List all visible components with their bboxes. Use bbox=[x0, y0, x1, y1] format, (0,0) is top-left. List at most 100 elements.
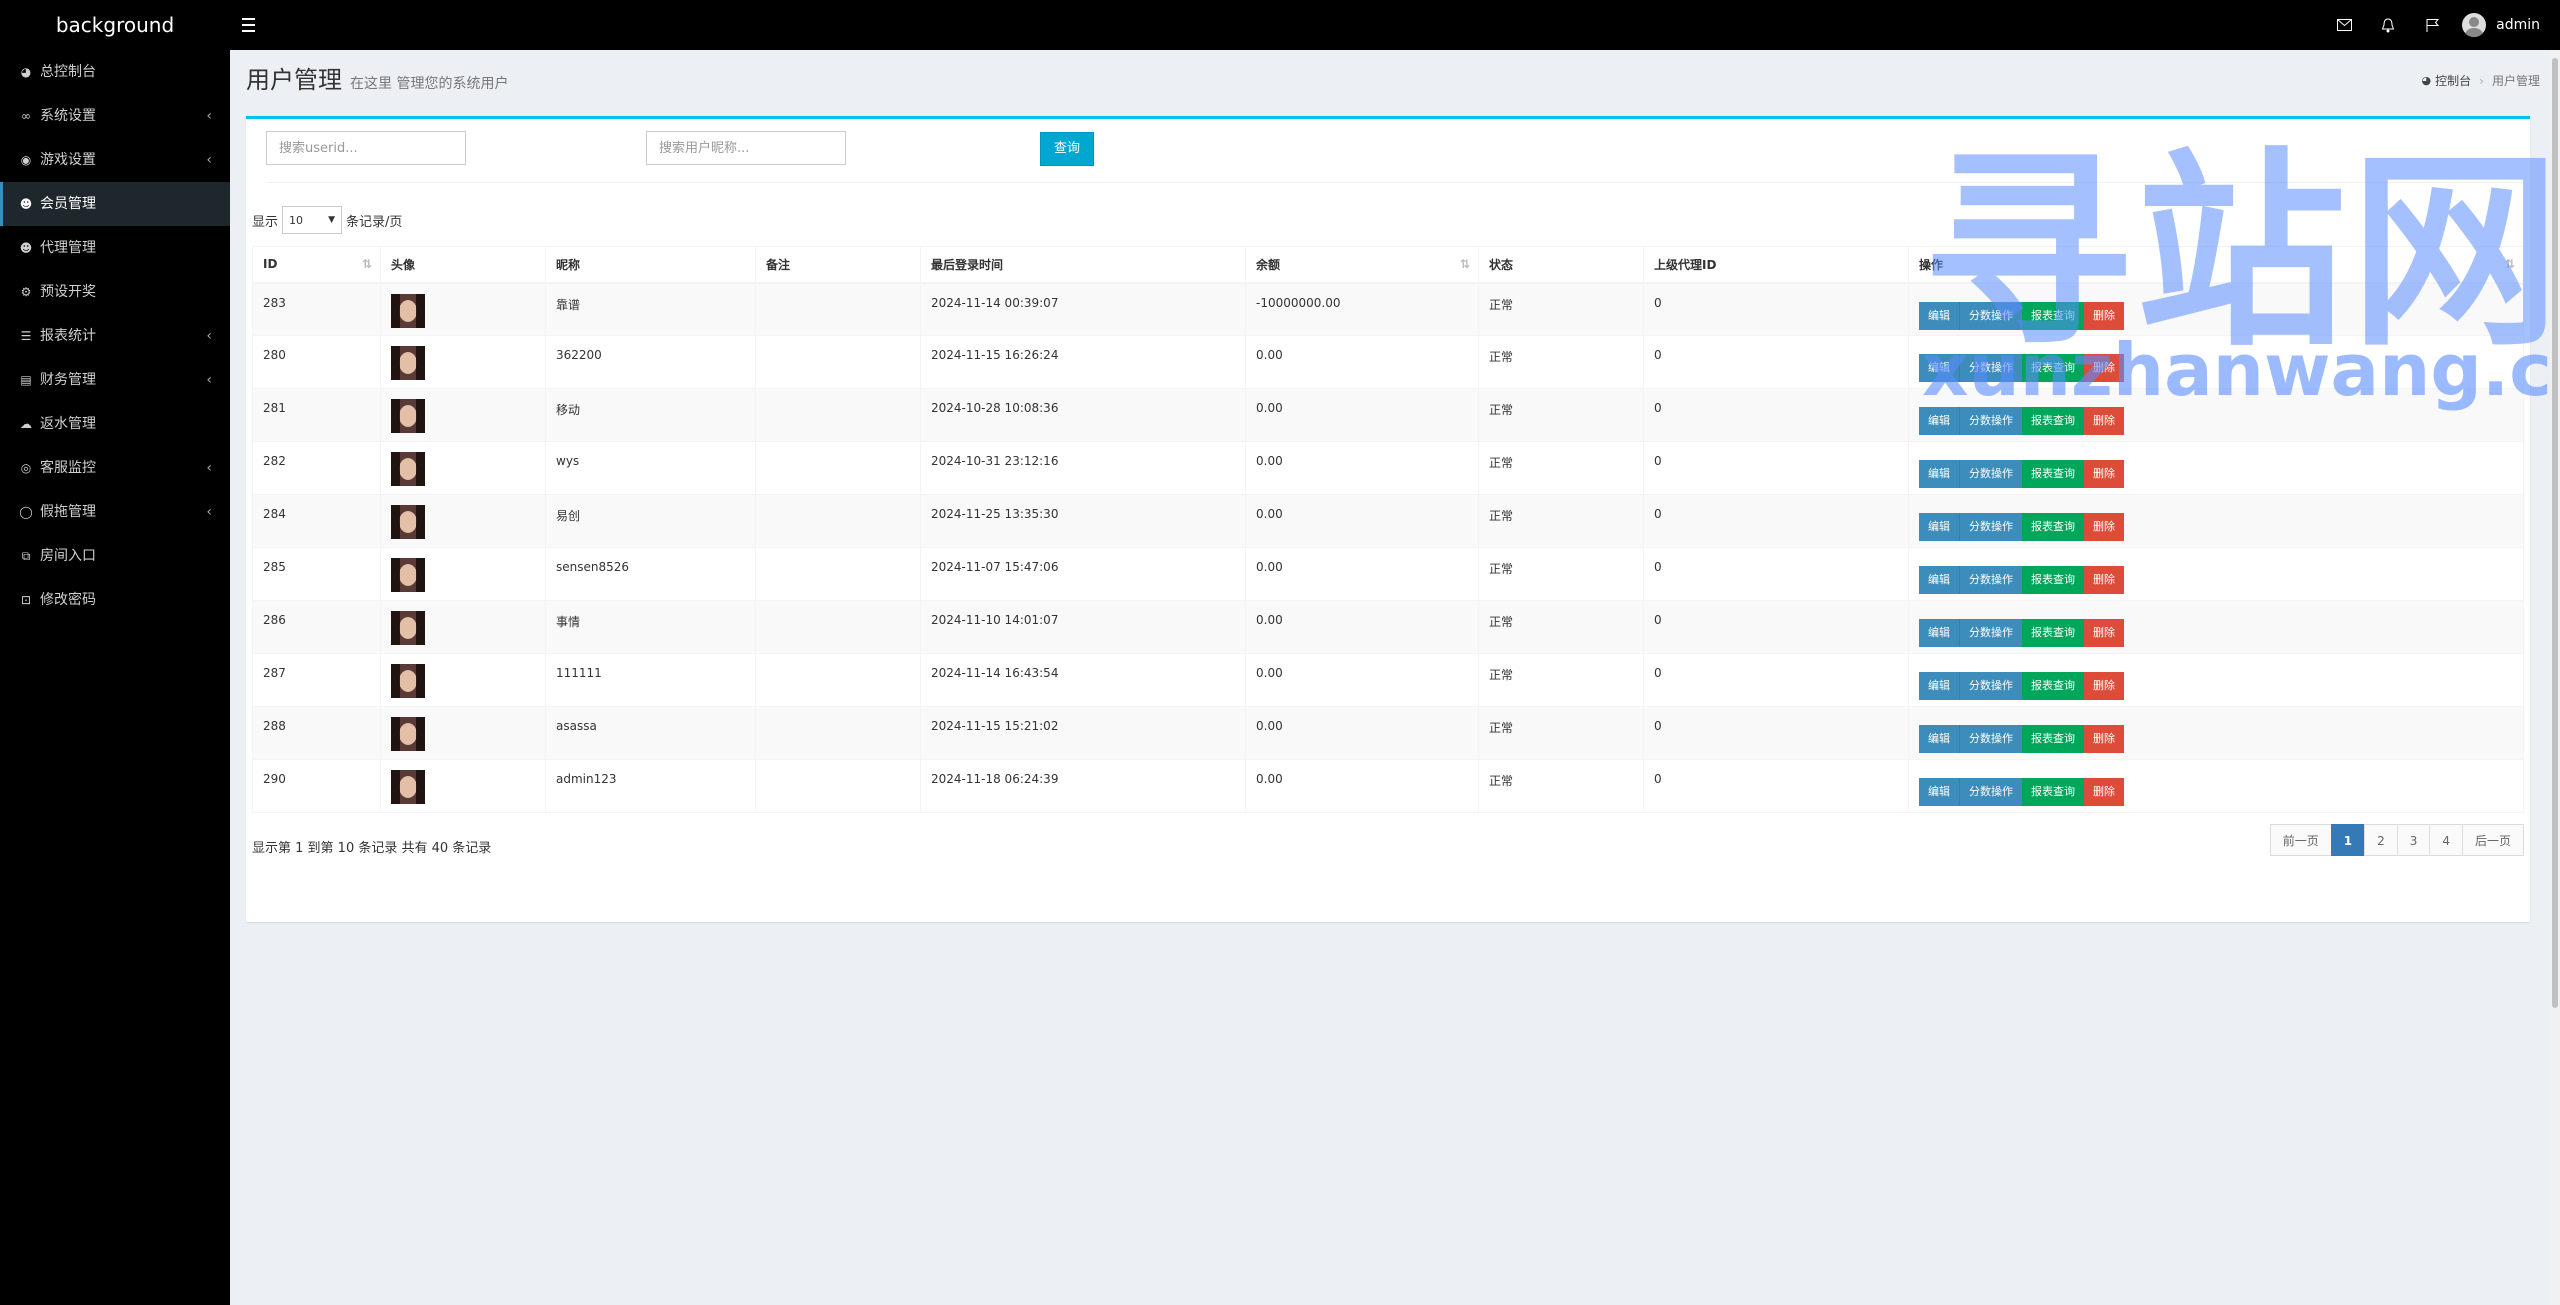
sidebar-item[interactable]: ⧉ 房间入口 bbox=[0, 534, 230, 578]
column-header-id[interactable]: ID ⇅ bbox=[252, 246, 381, 284]
edit-button[interactable]: 编辑 bbox=[1919, 513, 1959, 541]
edit-button[interactable]: 编辑 bbox=[1919, 566, 1959, 594]
brand-logo[interactable]: background bbox=[0, 0, 230, 50]
cell-actions: 编辑 分数操作 报表查询 删除 bbox=[1908, 335, 2524, 389]
edit-button[interactable]: 编辑 bbox=[1919, 460, 1959, 488]
score-operation-button[interactable]: 分数操作 bbox=[1959, 460, 2022, 488]
sidebar-item[interactable]: ⚙ 预设开奖 bbox=[0, 270, 230, 314]
cell-nickname: wys bbox=[545, 441, 756, 495]
pagination-prev-button[interactable]: 前一页 bbox=[2269, 824, 2332, 856]
edit-button[interactable]: 编辑 bbox=[1919, 407, 1959, 435]
sidebar-item[interactable]: ◯ 假拖管理 ‹ bbox=[0, 490, 230, 534]
score-operation-button[interactable]: 分数操作 bbox=[1959, 301, 2022, 330]
edit-button[interactable]: 编辑 bbox=[1919, 354, 1959, 382]
flag-icon[interactable] bbox=[2410, 0, 2454, 50]
table-row: 280 362200 2024-11-15 16:26:24 0.00 正常 0 编辑 分数操… bbox=[252, 335, 2524, 389]
delete-button[interactable]: 删除 bbox=[2084, 725, 2124, 753]
edit-button[interactable]: 编辑 bbox=[1919, 778, 1959, 806]
cell-status: 正常 bbox=[1478, 547, 1644, 601]
sidebar-item[interactable]: ☁ 返水管理 bbox=[0, 402, 230, 446]
cell-parent-id: 0 bbox=[1643, 706, 1909, 760]
sidebar-item[interactable]: ⊡ 修改密码 bbox=[0, 578, 230, 622]
cell-avatar bbox=[380, 282, 546, 336]
pagination-next-button[interactable]: 后一页 bbox=[2461, 824, 2524, 856]
report-query-button[interactable]: 报表查询 bbox=[2022, 725, 2084, 753]
delete-button[interactable]: 删除 bbox=[2084, 778, 2124, 806]
sidebar-item[interactable]: ◕ 总控制台 bbox=[0, 50, 230, 94]
page-scrollbar[interactable] bbox=[2550, 50, 2560, 1305]
report-query-button[interactable]: 报表查询 bbox=[2022, 513, 2084, 541]
score-operation-button[interactable]: 分数操作 bbox=[1959, 672, 2022, 700]
nickname-search-input[interactable] bbox=[646, 131, 846, 165]
pagination-page-button[interactable]: 2 bbox=[2364, 824, 2398, 856]
cell-last-login: 2024-11-15 16:26:24 bbox=[920, 335, 1246, 389]
query-button[interactable]: 查询 bbox=[1040, 132, 1094, 166]
sidebar-item[interactable]: ◉ 游戏设置 ‹ bbox=[0, 138, 230, 182]
userid-search-input[interactable] bbox=[266, 131, 466, 165]
delete-button[interactable]: 删除 bbox=[2084, 354, 2124, 382]
edit-button[interactable]: 编辑 bbox=[1919, 619, 1959, 647]
score-operation-button[interactable]: 分数操作 bbox=[1959, 725, 2022, 753]
sidebar-item-label: 游戏设置 bbox=[40, 152, 96, 168]
report-query-button[interactable]: 报表查询 bbox=[2022, 354, 2084, 382]
pagination: 前一页 1 2 3 4 后一页 bbox=[2269, 824, 2524, 856]
edit-button[interactable]: 编辑 bbox=[1919, 301, 1959, 330]
report-query-button[interactable]: 报表查询 bbox=[2022, 407, 2084, 435]
cell-actions: 编辑 分数操作 报表查询 删除 bbox=[1908, 600, 2524, 654]
delete-button[interactable]: 删除 bbox=[2084, 672, 2124, 700]
user-menu[interactable]: admin bbox=[2462, 13, 2540, 37]
page-length-control: 显示 10 ▼ 条记录/页 bbox=[252, 206, 402, 234]
score-operation-button[interactable]: 分数操作 bbox=[1959, 566, 2022, 594]
column-header-actions[interactable]: 操作 ⇅ bbox=[1908, 246, 2524, 284]
column-header-balance[interactable]: 余额 ⇅ bbox=[1245, 246, 1479, 284]
cell-status: 正常 bbox=[1478, 388, 1644, 442]
row-actions: 编辑 分数操作 报表查询 删除 bbox=[1919, 407, 2513, 435]
report-query-button[interactable]: 报表查询 bbox=[2022, 460, 2084, 488]
users-icon: ☻ bbox=[19, 241, 33, 255]
sidebar: ◕ 总控制台 ∞ 系统设置 ‹ ◉ 游戏设置 ‹ ☻ 会员管理 ☻ 代理管理 ⚙ 预设开奖 ☰ 报表统计 ‹ ▤ 财… bbox=[0, 50, 230, 1305]
delete-button[interactable]: 删除 bbox=[2084, 566, 2124, 594]
chevron-left-icon: ‹ bbox=[206, 108, 212, 124]
sidebar-item[interactable]: ▤ 财务管理 ‹ bbox=[0, 358, 230, 402]
sidebar-item[interactable]: ☰ 报表统计 ‹ bbox=[0, 314, 230, 358]
cell-balance: 0.00 bbox=[1245, 653, 1479, 707]
sort-asc-icon: ⇅ bbox=[361, 257, 372, 271]
sidebar-item[interactable]: ◎ 客服监控 ‹ bbox=[0, 446, 230, 490]
sidebar-item[interactable]: ∞ 系统设置 ‹ bbox=[0, 94, 230, 138]
mail-icon[interactable] bbox=[2322, 0, 2366, 50]
delete-button[interactable]: 删除 bbox=[2084, 513, 2124, 541]
score-operation-button[interactable]: 分数操作 bbox=[1959, 407, 2022, 435]
cell-nickname: 靠谱 bbox=[545, 282, 756, 336]
column-header-avatar: 头像 bbox=[380, 246, 546, 284]
score-operation-button[interactable]: 分数操作 bbox=[1959, 513, 2022, 541]
pagination-page-button[interactable]: 3 bbox=[2396, 824, 2431, 856]
score-operation-button[interactable]: 分数操作 bbox=[1959, 619, 2022, 647]
link-icon: ∞ bbox=[21, 109, 31, 123]
bell-icon[interactable] bbox=[2366, 0, 2410, 50]
pagination-page-button[interactable]: 1 bbox=[2330, 824, 2366, 856]
delete-button[interactable]: 删除 bbox=[2084, 460, 2124, 488]
page-length-select[interactable]: 10 ▼ bbox=[282, 206, 343, 234]
edit-button[interactable]: 编辑 bbox=[1919, 672, 1959, 700]
edit-button[interactable]: 编辑 bbox=[1919, 725, 1959, 753]
score-operation-button[interactable]: 分数操作 bbox=[1959, 354, 2022, 382]
pagination-page-button[interactable]: 4 bbox=[2429, 824, 2463, 856]
delete-button[interactable]: 删除 bbox=[2084, 301, 2124, 330]
page-subtitle: 在这里 管理您的系统用户 bbox=[350, 76, 509, 92]
delete-button[interactable]: 删除 bbox=[2084, 407, 2124, 435]
eye-icon: ◎ bbox=[20, 461, 32, 475]
scrollbar-thumb[interactable] bbox=[2552, 58, 2558, 1008]
report-query-button[interactable]: 报表查询 bbox=[2022, 619, 2084, 647]
report-query-button[interactable]: 报表查询 bbox=[2022, 778, 2084, 806]
sidebar-item[interactable]: ☻ 代理管理 bbox=[0, 226, 230, 270]
cell-balance: -10000000.00 bbox=[1245, 282, 1479, 336]
score-operation-button[interactable]: 分数操作 bbox=[1959, 778, 2022, 806]
report-query-button[interactable]: 报表查询 bbox=[2022, 672, 2084, 700]
sidebar-item[interactable]: ☻ 会员管理 bbox=[0, 182, 230, 226]
sidebar-toggle-icon[interactable] bbox=[242, 14, 258, 36]
breadcrumb-home[interactable]: 控制台 bbox=[2435, 72, 2471, 89]
report-query-button[interactable]: 报表查询 bbox=[2022, 301, 2084, 330]
delete-button[interactable]: 删除 bbox=[2084, 619, 2124, 647]
report-query-button[interactable]: 报表查询 bbox=[2022, 566, 2084, 594]
cell-avatar bbox=[380, 388, 546, 442]
